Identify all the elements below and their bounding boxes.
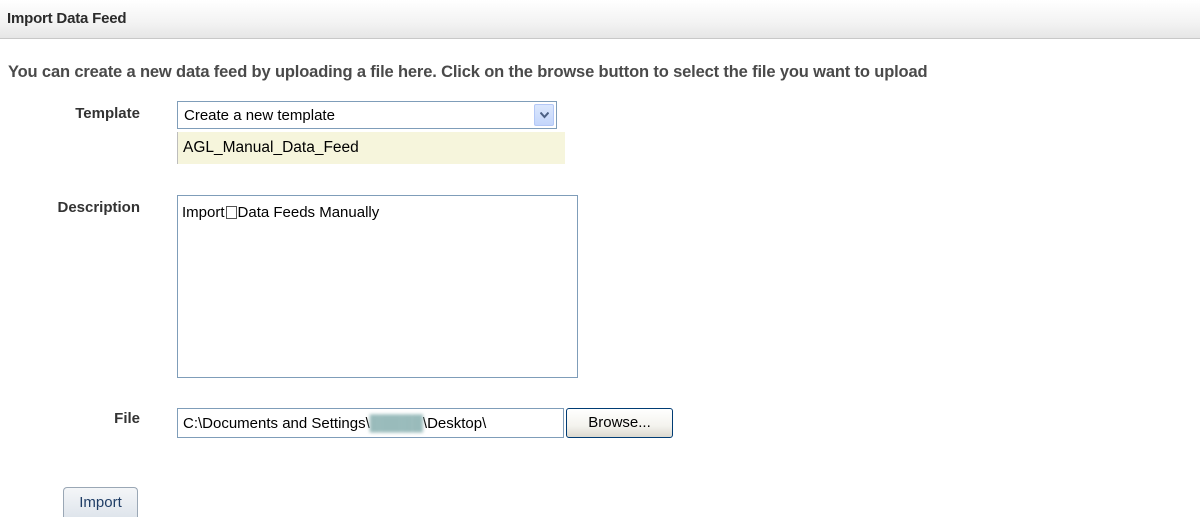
page-title: Import Data Feed	[7, 10, 127, 27]
dropdown-arrow-button[interactable]	[534, 104, 554, 126]
chevron-down-icon	[540, 112, 549, 119]
description-text: Import Data Feeds Manually	[182, 204, 379, 221]
template-select-value: Create a new template	[184, 107, 335, 124]
template-option-label: AGL_Manual_Data_Feed	[183, 139, 359, 156]
description-text-start: Import	[182, 204, 225, 221]
template-select[interactable]: Create a new template	[177, 101, 557, 129]
file-path-input[interactable]: C:\Documents and Settings\█████\Desktop\	[177, 408, 564, 438]
file-path-text: C:\Documents and Settings\█████\Desktop\	[183, 415, 486, 432]
description-textarea[interactable]: Import Data Feeds Manually	[177, 195, 578, 378]
description-text-end: Data Feeds Manually	[237, 204, 380, 221]
file-path-suffix: \Desktop\	[422, 415, 487, 432]
file-label: File	[114, 410, 140, 427]
unknown-character-box	[225, 206, 237, 219]
intro-text: You can create a new data feed by upload…	[8, 63, 928, 81]
import-button[interactable]: Import	[63, 487, 138, 517]
description-label: Description	[57, 199, 140, 216]
page-header: Import Data Feed	[0, 0, 1200, 39]
file-path-prefix: C:\Documents and Settings\	[183, 415, 370, 432]
redacted-username: █████	[369, 415, 423, 432]
browse-button[interactable]: Browse...	[566, 408, 673, 438]
template-label: Template	[75, 105, 140, 122]
template-option[interactable]: AGL_Manual_Data_Feed	[177, 132, 565, 164]
